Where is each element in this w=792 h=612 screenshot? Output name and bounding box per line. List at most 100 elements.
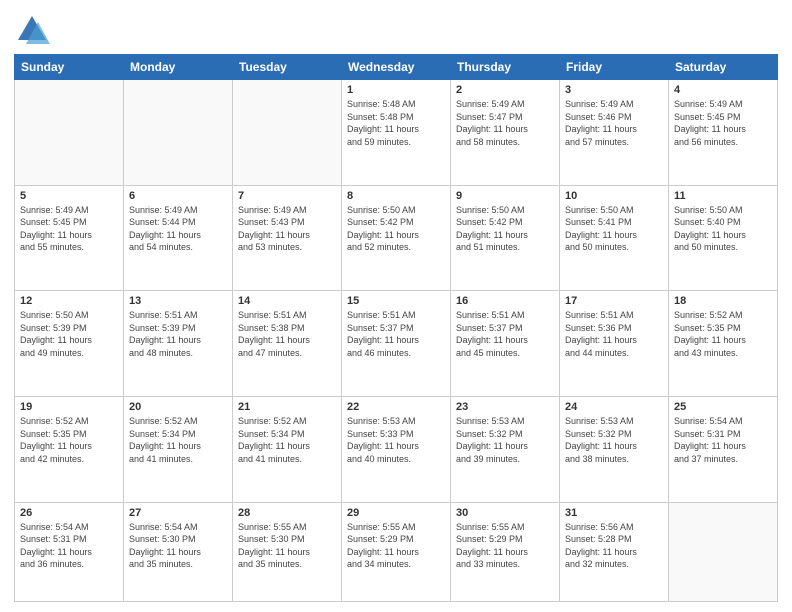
day-number: 25 <box>674 401 772 413</box>
day-number: 30 <box>456 507 554 519</box>
day-number: 16 <box>456 295 554 307</box>
day-number: 26 <box>20 507 118 519</box>
calendar-cell: 30 Sunrise: 5:55 AM Sunset: 5:29 PM Dayli… <box>451 502 560 601</box>
day-info: Sunrise: 5:50 AM Sunset: 5:40 PM Dayligh… <box>674 204 772 254</box>
calendar-cell <box>233 80 342 186</box>
day-info: Sunrise: 5:55 AM Sunset: 5:30 PM Dayligh… <box>238 521 336 571</box>
day-info: Sunrise: 5:55 AM Sunset: 5:29 PM Dayligh… <box>347 521 445 571</box>
week-row-3: 12 Sunrise: 5:50 AM Sunset: 5:39 PM Dayli… <box>15 291 778 397</box>
day-info: Sunrise: 5:49 AM Sunset: 5:43 PM Dayligh… <box>238 204 336 254</box>
day-info: Sunrise: 5:50 AM Sunset: 5:41 PM Dayligh… <box>565 204 663 254</box>
calendar-cell: 3 Sunrise: 5:49 AM Sunset: 5:46 PM Daylig… <box>560 80 669 186</box>
header <box>14 10 778 48</box>
day-number: 31 <box>565 507 663 519</box>
day-number: 9 <box>456 190 554 202</box>
day-info: Sunrise: 5:48 AM Sunset: 5:48 PM Dayligh… <box>347 98 445 148</box>
weekday-header-tuesday: Tuesday <box>233 55 342 80</box>
calendar-cell: 25 Sunrise: 5:54 AM Sunset: 5:31 PM Dayli… <box>669 396 778 502</box>
calendar-cell: 19 Sunrise: 5:52 AM Sunset: 5:35 PM Dayli… <box>15 396 124 502</box>
logo-icon <box>14 12 50 48</box>
day-number: 24 <box>565 401 663 413</box>
calendar-cell: 11Sunrise: 5:50 AM Sunset: 5:40 PM Dayli… <box>669 185 778 291</box>
day-number: 12 <box>20 295 118 307</box>
calendar-cell: 26 Sunrise: 5:54 AM Sunset: 5:31 PM Dayli… <box>15 502 124 601</box>
day-info: Sunrise: 5:49 AM Sunset: 5:45 PM Dayligh… <box>674 98 772 148</box>
day-number: 6 <box>129 190 227 202</box>
calendar-cell: 10 Sunrise: 5:50 AM Sunset: 5:41 PM Dayli… <box>560 185 669 291</box>
calendar-cell: 18Sunrise: 5:52 AM Sunset: 5:35 PM Dayli… <box>669 291 778 397</box>
calendar-cell: 6 Sunrise: 5:49 AM Sunset: 5:44 PM Daylig… <box>124 185 233 291</box>
day-number: 20 <box>129 401 227 413</box>
day-number: 21 <box>238 401 336 413</box>
calendar-cell: 1 Sunrise: 5:48 AM Sunset: 5:48 PM Daylig… <box>342 80 451 186</box>
day-info: Sunrise: 5:54 AM Sunset: 5:31 PM Dayligh… <box>20 521 118 571</box>
weekday-header-row: SundayMondayTuesdayWednesdayThursdayFrid… <box>15 55 778 80</box>
weekday-header-friday: Friday <box>560 55 669 80</box>
day-number: 22 <box>347 401 445 413</box>
calendar-cell: 8 Sunrise: 5:50 AM Sunset: 5:42 PM Daylig… <box>342 185 451 291</box>
day-info: Sunrise: 5:51 AM Sunset: 5:36 PM Dayligh… <box>565 309 663 359</box>
day-info: Sunrise: 5:54 AM Sunset: 5:31 PM Dayligh… <box>674 415 772 465</box>
day-number: 19 <box>20 401 118 413</box>
logo <box>14 12 54 48</box>
weekday-header-sunday: Sunday <box>15 55 124 80</box>
calendar-cell: 9 Sunrise: 5:50 AM Sunset: 5:42 PM Daylig… <box>451 185 560 291</box>
day-number: 10 <box>565 190 663 202</box>
day-info: Sunrise: 5:50 AM Sunset: 5:42 PM Dayligh… <box>456 204 554 254</box>
calendar-cell <box>124 80 233 186</box>
day-info: Sunrise: 5:56 AM Sunset: 5:28 PM Dayligh… <box>565 521 663 571</box>
day-info: Sunrise: 5:51 AM Sunset: 5:39 PM Dayligh… <box>129 309 227 359</box>
week-row-2: 5Sunrise: 5:49 AM Sunset: 5:45 PM Daylig… <box>15 185 778 291</box>
week-row-4: 19 Sunrise: 5:52 AM Sunset: 5:35 PM Dayli… <box>15 396 778 502</box>
day-info: Sunrise: 5:49 AM Sunset: 5:45 PM Dayligh… <box>20 204 118 254</box>
weekday-header-thursday: Thursday <box>451 55 560 80</box>
day-info: Sunrise: 5:51 AM Sunset: 5:37 PM Dayligh… <box>347 309 445 359</box>
day-number: 2 <box>456 84 554 96</box>
day-info: Sunrise: 5:51 AM Sunset: 5:37 PM Dayligh… <box>456 309 554 359</box>
calendar-cell: 31 Sunrise: 5:56 AM Sunset: 5:28 PM Dayli… <box>560 502 669 601</box>
day-number: 3 <box>565 84 663 96</box>
calendar-cell: 7Sunrise: 5:49 AM Sunset: 5:43 PM Daylig… <box>233 185 342 291</box>
calendar-cell: 20 Sunrise: 5:52 AM Sunset: 5:34 PM Dayli… <box>124 396 233 502</box>
calendar-cell: 22 Sunrise: 5:53 AM Sunset: 5:33 PM Dayli… <box>342 396 451 502</box>
calendar-cell: 17 Sunrise: 5:51 AM Sunset: 5:36 PM Dayli… <box>560 291 669 397</box>
day-info: Sunrise: 5:49 AM Sunset: 5:47 PM Dayligh… <box>456 98 554 148</box>
calendar-cell <box>669 502 778 601</box>
day-number: 8 <box>347 190 445 202</box>
day-info: Sunrise: 5:50 AM Sunset: 5:39 PM Dayligh… <box>20 309 118 359</box>
calendar-cell: 21 Sunrise: 5:52 AM Sunset: 5:34 PM Dayli… <box>233 396 342 502</box>
day-number: 28 <box>238 507 336 519</box>
day-number: 29 <box>347 507 445 519</box>
calendar-cell: 23 Sunrise: 5:53 AM Sunset: 5:32 PM Dayli… <box>451 396 560 502</box>
day-number: 27 <box>129 507 227 519</box>
calendar-cell: 5Sunrise: 5:49 AM Sunset: 5:45 PM Daylig… <box>15 185 124 291</box>
day-info: Sunrise: 5:49 AM Sunset: 5:44 PM Dayligh… <box>129 204 227 254</box>
calendar-cell: 2 Sunrise: 5:49 AM Sunset: 5:47 PM Daylig… <box>451 80 560 186</box>
weekday-header-monday: Monday <box>124 55 233 80</box>
day-number: 15 <box>347 295 445 307</box>
day-number: 1 <box>347 84 445 96</box>
day-info: Sunrise: 5:53 AM Sunset: 5:32 PM Dayligh… <box>565 415 663 465</box>
calendar-cell: 28 Sunrise: 5:55 AM Sunset: 5:30 PM Dayli… <box>233 502 342 601</box>
day-number: 14 <box>238 295 336 307</box>
calendar-table: SundayMondayTuesdayWednesdayThursdayFrid… <box>14 54 778 602</box>
day-number: 18 <box>674 295 772 307</box>
calendar-cell: 29 Sunrise: 5:55 AM Sunset: 5:29 PM Dayli… <box>342 502 451 601</box>
day-info: Sunrise: 5:54 AM Sunset: 5:30 PM Dayligh… <box>129 521 227 571</box>
day-info: Sunrise: 5:52 AM Sunset: 5:34 PM Dayligh… <box>129 415 227 465</box>
weekday-header-saturday: Saturday <box>669 55 778 80</box>
calendar-cell: 16 Sunrise: 5:51 AM Sunset: 5:37 PM Dayli… <box>451 291 560 397</box>
day-info: Sunrise: 5:55 AM Sunset: 5:29 PM Dayligh… <box>456 521 554 571</box>
day-info: Sunrise: 5:53 AM Sunset: 5:32 PM Dayligh… <box>456 415 554 465</box>
day-number: 17 <box>565 295 663 307</box>
day-info: Sunrise: 5:53 AM Sunset: 5:33 PM Dayligh… <box>347 415 445 465</box>
day-info: Sunrise: 5:50 AM Sunset: 5:42 PM Dayligh… <box>347 204 445 254</box>
day-info: Sunrise: 5:52 AM Sunset: 5:34 PM Dayligh… <box>238 415 336 465</box>
calendar-cell: 4Sunrise: 5:49 AM Sunset: 5:45 PM Daylig… <box>669 80 778 186</box>
day-info: Sunrise: 5:52 AM Sunset: 5:35 PM Dayligh… <box>20 415 118 465</box>
weekday-header-wednesday: Wednesday <box>342 55 451 80</box>
day-number: 13 <box>129 295 227 307</box>
day-info: Sunrise: 5:49 AM Sunset: 5:46 PM Dayligh… <box>565 98 663 148</box>
day-number: 23 <box>456 401 554 413</box>
calendar-cell <box>15 80 124 186</box>
